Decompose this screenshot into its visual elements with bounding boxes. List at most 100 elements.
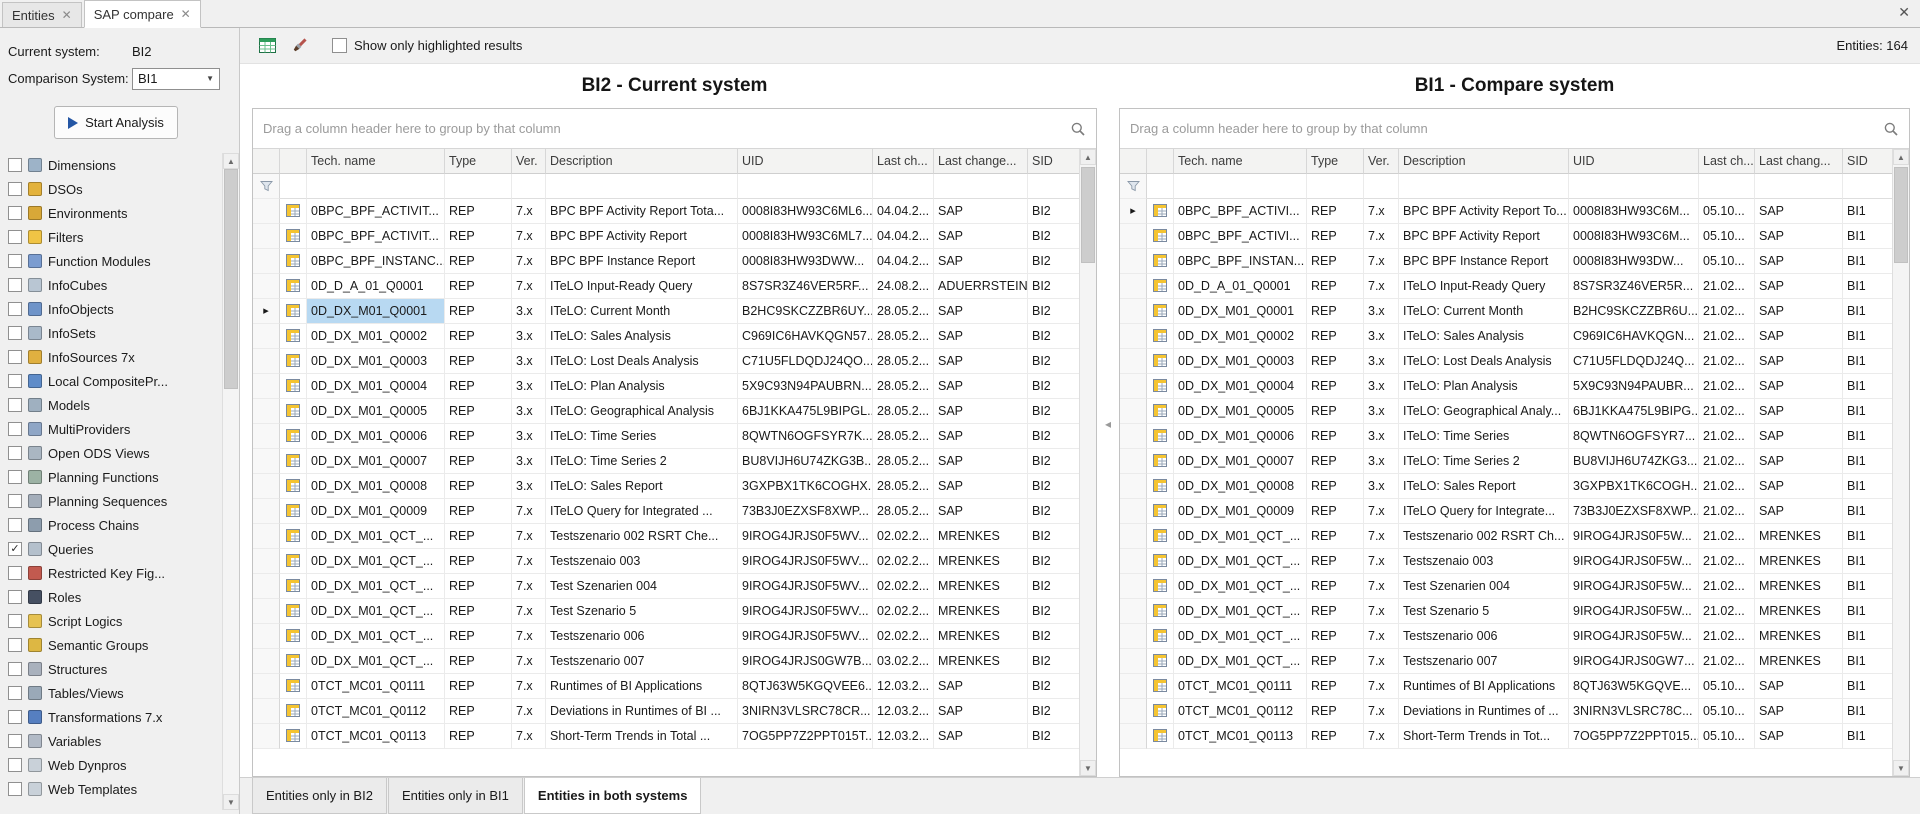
cell-last-chang[interactable]: SAP — [1755, 199, 1843, 224]
cell-type[interactable]: REP — [445, 199, 512, 224]
cell-last-ch[interactable]: 21.02... — [1699, 549, 1755, 574]
cell-sid[interactable]: BI1 — [1843, 224, 1892, 249]
tree-item-checkbox[interactable] — [8, 230, 22, 244]
tab-entities[interactable]: Entities ✕ — [2, 2, 82, 27]
cell-sid[interactable]: BI1 — [1843, 249, 1892, 274]
cell-tech-name[interactable]: 0D_D_A_01_Q0001 — [1174, 274, 1307, 299]
table-row[interactable]: 0TCT_MC01_Q0111REP7.xRuntimes of BI Appl… — [253, 674, 1079, 699]
scroll-down-icon[interactable]: ▼ — [223, 794, 239, 810]
cell-tech-name[interactable]: 0D_DX_M01_QCT_... — [1174, 649, 1307, 674]
cell-tech-name[interactable]: 0D_DX_M01_Q0004 — [1174, 374, 1307, 399]
cell-ver[interactable]: 3.x — [512, 349, 546, 374]
cell-type[interactable]: REP — [1307, 524, 1364, 549]
cell-tech-name[interactable]: 0D_DX_M01_Q0009 — [1174, 499, 1307, 524]
cell-tech-name[interactable]: 0BPC_BPF_INSTANC... — [307, 249, 445, 274]
cell-ver[interactable]: 7.x — [1364, 649, 1399, 674]
cell-ver[interactable]: 7.x — [512, 274, 546, 299]
cell-tech-name[interactable]: 0D_DX_M01_QCT_... — [1174, 599, 1307, 624]
cell-last-ch[interactable]: 05.10... — [1699, 199, 1755, 224]
cell-last-change[interactable]: MRENKES — [934, 599, 1028, 624]
cell-last-change[interactable]: SAP — [934, 299, 1028, 324]
cell-last-ch[interactable]: 02.02.2... — [873, 574, 934, 599]
cell-ver[interactable]: 7.x — [1364, 699, 1399, 724]
table-row[interactable]: 0D_DX_M01_Q0003REP3.xITeLO: Lost Deals A… — [253, 349, 1079, 374]
cell-ver[interactable]: 7.x — [1364, 199, 1399, 224]
cell-last-chang[interactable]: SAP — [1755, 724, 1843, 749]
table-row[interactable]: 0TCT_MC01_Q0113REP7.xShort-Term Trends i… — [1120, 724, 1892, 749]
cell-ver[interactable]: 7.x — [512, 524, 546, 549]
cell-description[interactable]: Deviations in Runtimes of BI ... — [546, 699, 738, 724]
tree-item-dimensions[interactable]: Dimensions — [8, 153, 222, 177]
cell-type[interactable]: REP — [1307, 499, 1364, 524]
tree-item-infocubes[interactable]: InfoCubes — [8, 273, 222, 297]
start-analysis-button[interactable]: Start Analysis — [54, 106, 178, 139]
cell-type[interactable]: REP — [445, 274, 512, 299]
column-header-description[interactable]: Description — [1399, 149, 1569, 174]
cell-last-ch[interactable]: 02.02.2... — [873, 599, 934, 624]
cell-last-chang[interactable]: MRENKES — [1755, 599, 1843, 624]
cell-tech-name[interactable]: 0D_DX_M01_Q0007 — [307, 449, 445, 474]
cell-tech-name[interactable]: 0D_DX_M01_Q0001 — [1174, 299, 1307, 324]
table-row[interactable]: 0D_DX_M01_Q0009REP7.xITeLO Query for Int… — [1120, 499, 1892, 524]
cell-uid[interactable]: 9IROG4JRJS0F5W... — [1569, 524, 1699, 549]
tree-item-checkbox[interactable] — [8, 638, 22, 652]
cell-last-change[interactable]: ADUERRSTEIN — [934, 274, 1028, 299]
filter-cell[interactable] — [512, 174, 546, 199]
table-row[interactable]: 0D_DX_M01_QCT_...REP7.xTestszenario 002 … — [253, 524, 1079, 549]
tree-item-web-dynpros[interactable]: Web Dynpros — [8, 753, 222, 777]
tree-item-infosources-7x[interactable]: InfoSources 7x — [8, 345, 222, 369]
column-header-type[interactable]: Type — [445, 149, 512, 174]
tree-item-dsos[interactable]: DSOs — [8, 177, 222, 201]
filter-cell[interactable] — [1028, 174, 1079, 199]
cell-ver[interactable]: 7.x — [512, 549, 546, 574]
tree-item-web-templates[interactable]: Web Templates — [8, 777, 222, 801]
cell-tech-name[interactable]: 0D_DX_M01_Q0004 — [307, 374, 445, 399]
cell-description[interactable]: ITeLO Input-Ready Query — [546, 274, 738, 299]
cell-type[interactable]: REP — [445, 599, 512, 624]
cell-ver[interactable]: 7.x — [1364, 724, 1399, 749]
cell-description[interactable]: Testszenario 002 RSRT Che... — [546, 524, 738, 549]
cell-ver[interactable]: 7.x — [512, 724, 546, 749]
cell-type[interactable]: REP — [445, 374, 512, 399]
cell-last-chang[interactable]: MRENKES — [1755, 549, 1843, 574]
cell-last-ch[interactable]: 28.05.2... — [873, 474, 934, 499]
cell-description[interactable]: Runtimes of BI Applications — [546, 674, 738, 699]
cell-last-change[interactable]: SAP — [934, 674, 1028, 699]
cell-tech-name[interactable]: 0D_DX_M01_Q0003 — [307, 349, 445, 374]
vertical-scrollbar[interactable]: ▲ ▼ — [1079, 149, 1096, 776]
cell-type[interactable]: REP — [1307, 574, 1364, 599]
cell-tech-name[interactable]: 0BPC_BPF_ACTIVIT... — [307, 224, 445, 249]
tab-sap-compare[interactable]: SAP compare ✕ — [84, 0, 201, 28]
scrollbar-track[interactable] — [1080, 165, 1096, 760]
tree-item-checkbox[interactable] — [8, 302, 22, 316]
table-row[interactable]: 0BPC_BPF_ACTIVIT...REP7.xBPC BPF Activit… — [253, 224, 1079, 249]
table-row[interactable]: 0D_DX_M01_Q0006REP3.xITeLO: Time Series8… — [253, 424, 1079, 449]
cell-last-chang[interactable]: SAP — [1755, 449, 1843, 474]
cell-last-change[interactable]: SAP — [934, 224, 1028, 249]
tree-item-filters[interactable]: Filters — [8, 225, 222, 249]
cell-last-change[interactable]: SAP — [934, 724, 1028, 749]
tree-item-multiproviders[interactable]: MultiProviders — [8, 417, 222, 441]
cell-uid[interactable]: 3NIRN3VLSRC78CR... — [738, 699, 873, 724]
cell-description[interactable]: Testszenario 007 — [1399, 649, 1569, 674]
cell-uid[interactable]: BU8VIJH6U74ZKG3... — [1569, 449, 1699, 474]
cell-last-ch[interactable]: 03.02.2... — [873, 649, 934, 674]
cell-tech-name[interactable]: 0D_DX_M01_QCT_... — [307, 599, 445, 624]
tree-item-checkbox[interactable] — [8, 446, 22, 460]
cell-last-ch[interactable]: 05.10... — [1699, 674, 1755, 699]
tree-item-script-logics[interactable]: Script Logics — [8, 609, 222, 633]
cell-tech-name[interactable]: 0TCT_MC01_Q0112 — [307, 699, 445, 724]
cell-type[interactable]: REP — [445, 399, 512, 424]
cell-ver[interactable]: 3.x — [512, 424, 546, 449]
cell-tech-name[interactable]: 0D_DX_M01_Q0006 — [307, 424, 445, 449]
cell-tech-name[interactable]: 0D_DX_M01_QCT_... — [307, 649, 445, 674]
cell-description[interactable]: ITeLO: Time Series — [546, 424, 738, 449]
cell-tech-name[interactable]: 0D_DX_M01_QCT_... — [307, 574, 445, 599]
cell-type[interactable]: REP — [1307, 674, 1364, 699]
table-row[interactable]: 0D_DX_M01_Q0002REP3.xITeLO: Sales Analys… — [1120, 324, 1892, 349]
cell-last-change[interactable]: SAP — [934, 449, 1028, 474]
tree-item-checkbox[interactable] — [8, 182, 22, 196]
cell-last-ch[interactable]: 12.03.2... — [873, 699, 934, 724]
cell-type[interactable]: REP — [1307, 199, 1364, 224]
cell-description[interactable]: ITeLO: Sales Report — [546, 474, 738, 499]
